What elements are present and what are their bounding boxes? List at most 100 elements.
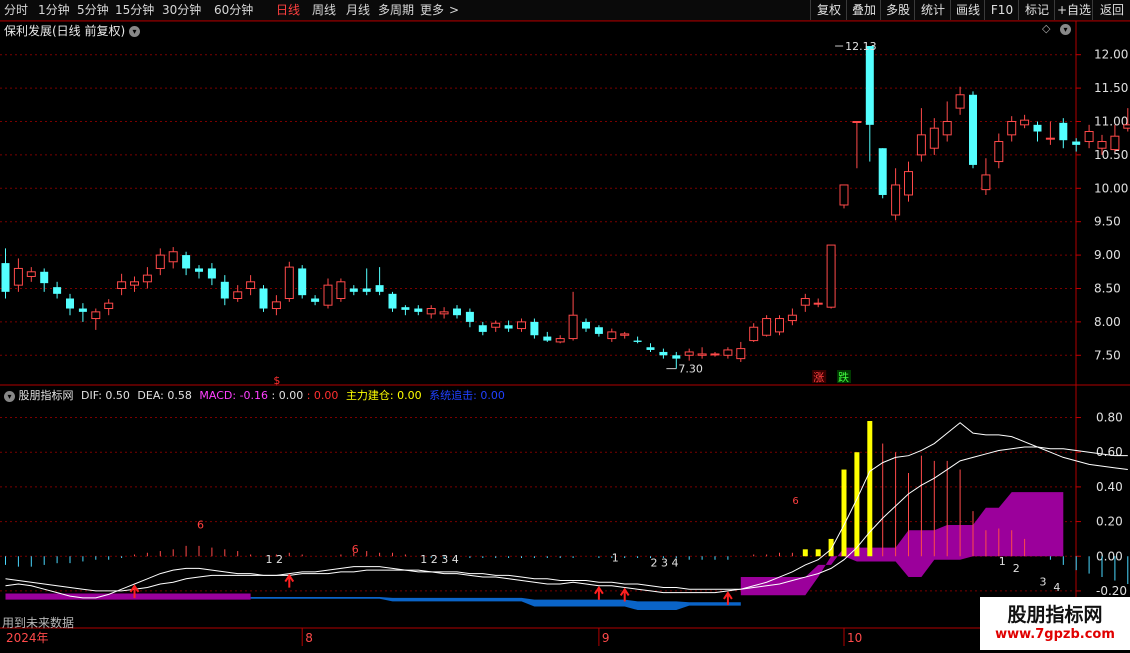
candle-body-up — [800, 298, 810, 306]
build-bar — [815, 549, 821, 557]
seq-label-3: 1 — [612, 551, 619, 564]
indicator-tick-label: 0.80 — [1096, 411, 1123, 425]
candle-body-up — [607, 331, 617, 340]
dif-line — [5, 422, 1128, 599]
candle-body-up — [775, 318, 784, 333]
build-value: 0.00 — [397, 389, 422, 402]
candle-body-down — [40, 271, 49, 284]
candle-body-up — [91, 311, 101, 320]
buy-arrow-icon — [284, 573, 295, 588]
watermark: 股朋指标网 www.7gpzb.com — [980, 597, 1130, 650]
candle-body-down — [375, 285, 384, 292]
price-tick-label: 11.50 — [1094, 81, 1128, 95]
chase-value: 0.00 — [480, 389, 505, 402]
indicator-tick-label: 0.60 — [1096, 445, 1123, 459]
dropdown-circle-icon[interactable]: ▾ — [1060, 24, 1071, 35]
candle-body-up — [1110, 135, 1120, 151]
candle-body-up — [1084, 131, 1094, 143]
buy-arrow-icon — [594, 585, 604, 600]
candle-body-down — [401, 307, 410, 310]
candle-body-down — [878, 148, 887, 195]
candle-body-down — [414, 308, 423, 312]
month-label: 8 — [305, 631, 313, 645]
candle-body-up — [246, 281, 256, 289]
indicator-chevron-icon[interactable]: ▾ — [4, 390, 15, 402]
build-label: 主力建仓: — [345, 389, 394, 402]
candle-body-down — [182, 255, 191, 269]
indicator-tick-label: 0.40 — [1096, 480, 1123, 494]
candle-body-down — [633, 340, 642, 342]
build-bar — [828, 538, 834, 557]
candle-body-up — [1007, 120, 1017, 136]
candle-body-up — [130, 281, 139, 286]
candle-body-down — [478, 325, 487, 332]
label-six-b: 6 — [352, 543, 359, 556]
candle-body-down — [298, 268, 307, 296]
candle-body-up — [142, 274, 152, 283]
watermark-title: 股朋指标网 — [1007, 604, 1103, 626]
blue-band — [250, 596, 741, 610]
candle-body-down — [530, 321, 539, 336]
candle-body-down — [388, 293, 397, 309]
label-six-a: 6 — [197, 519, 204, 532]
indicator-name: 股朋指标网 — [18, 389, 74, 402]
candle-body-up — [1045, 137, 1055, 140]
candle-body-down — [646, 347, 655, 350]
main-panel-title: 保利发展(日线 前复权) ▾ — [4, 22, 141, 39]
candle-body-down — [453, 308, 461, 316]
price-tick-label: 9.50 — [1094, 215, 1121, 229]
stock-title: 保利发展(日线 前复权) — [4, 24, 126, 38]
dea-label: DEA: — [137, 389, 164, 402]
candle-body-up — [736, 348, 746, 360]
sep-value-1: : 0.00 — [271, 389, 304, 402]
candle-body-down — [659, 351, 668, 356]
stock-chart[interactable]: 12.00 11.50 11.00 10.50 10.00 9.50 9.00 8.50 8.0… — [0, 0, 1130, 653]
chase-label: 系统追击: — [429, 389, 477, 402]
price-tick-label: 9.00 — [1094, 248, 1121, 262]
build-bar — [854, 452, 860, 557]
sep-value-2: : 0.00 — [306, 389, 339, 402]
candle-body-up — [1020, 119, 1030, 126]
purple-band-late — [740, 492, 1064, 596]
build-bar — [841, 469, 847, 557]
fall-tag: 跌 — [838, 370, 849, 384]
price-tick-label: 10.00 — [1094, 181, 1128, 195]
dif-label: DIF: — [81, 389, 102, 402]
candle-body-up — [284, 266, 294, 300]
candle-body-up — [13, 267, 23, 286]
indicator-tick-label: 0.20 — [1096, 515, 1123, 529]
candle-body-down — [672, 355, 681, 359]
candle-body-up — [826, 244, 836, 308]
build-bar — [802, 549, 808, 557]
month-label: 10 — [847, 631, 862, 645]
candle-body-up — [710, 353, 720, 356]
dea-value: 0.58 — [167, 389, 192, 402]
candle-body-up — [891, 184, 901, 216]
indicator-legend: ▾ 股朋指标网 DIF: 0.50 DEA: 0.58 MACD: -0.16 … — [4, 387, 505, 403]
candle-body-down — [1072, 141, 1081, 145]
year-label: 2024年 — [6, 631, 49, 645]
dropdown-chevron-icon[interactable]: ▾ — [129, 26, 141, 37]
diamond-icon[interactable]: ◇ — [1042, 22, 1050, 35]
candle-body-down — [504, 325, 513, 329]
rise-tag: 涨 — [813, 371, 824, 384]
candle-body-down — [195, 268, 203, 272]
candle-body-down — [594, 327, 603, 334]
signal-s-label: $ — [273, 374, 280, 387]
indicator-tick-label: 0.00 — [1096, 549, 1123, 563]
candle-body-up — [852, 120, 862, 123]
candle-body-down — [543, 336, 552, 341]
candle-body-down — [53, 287, 62, 294]
candle-body-up — [723, 349, 733, 356]
low-price-label: 7.30 — [678, 363, 703, 376]
price-tick-label: 8.00 — [1094, 315, 1121, 329]
candle-body-down — [865, 46, 874, 125]
price-tick-label: 8.50 — [1094, 281, 1121, 295]
candle-body-up — [929, 127, 939, 149]
chart-svg[interactable]: 12.0011.5011.0010.5010.009.509.008.508.0… — [0, 0, 1130, 650]
candle-body-up — [942, 120, 952, 136]
label-six-c: 6 — [792, 496, 798, 507]
candle-body-up — [787, 314, 797, 322]
high-price-label: 12.13 — [845, 40, 877, 53]
price-tick-label: 11.00 — [1094, 114, 1128, 128]
